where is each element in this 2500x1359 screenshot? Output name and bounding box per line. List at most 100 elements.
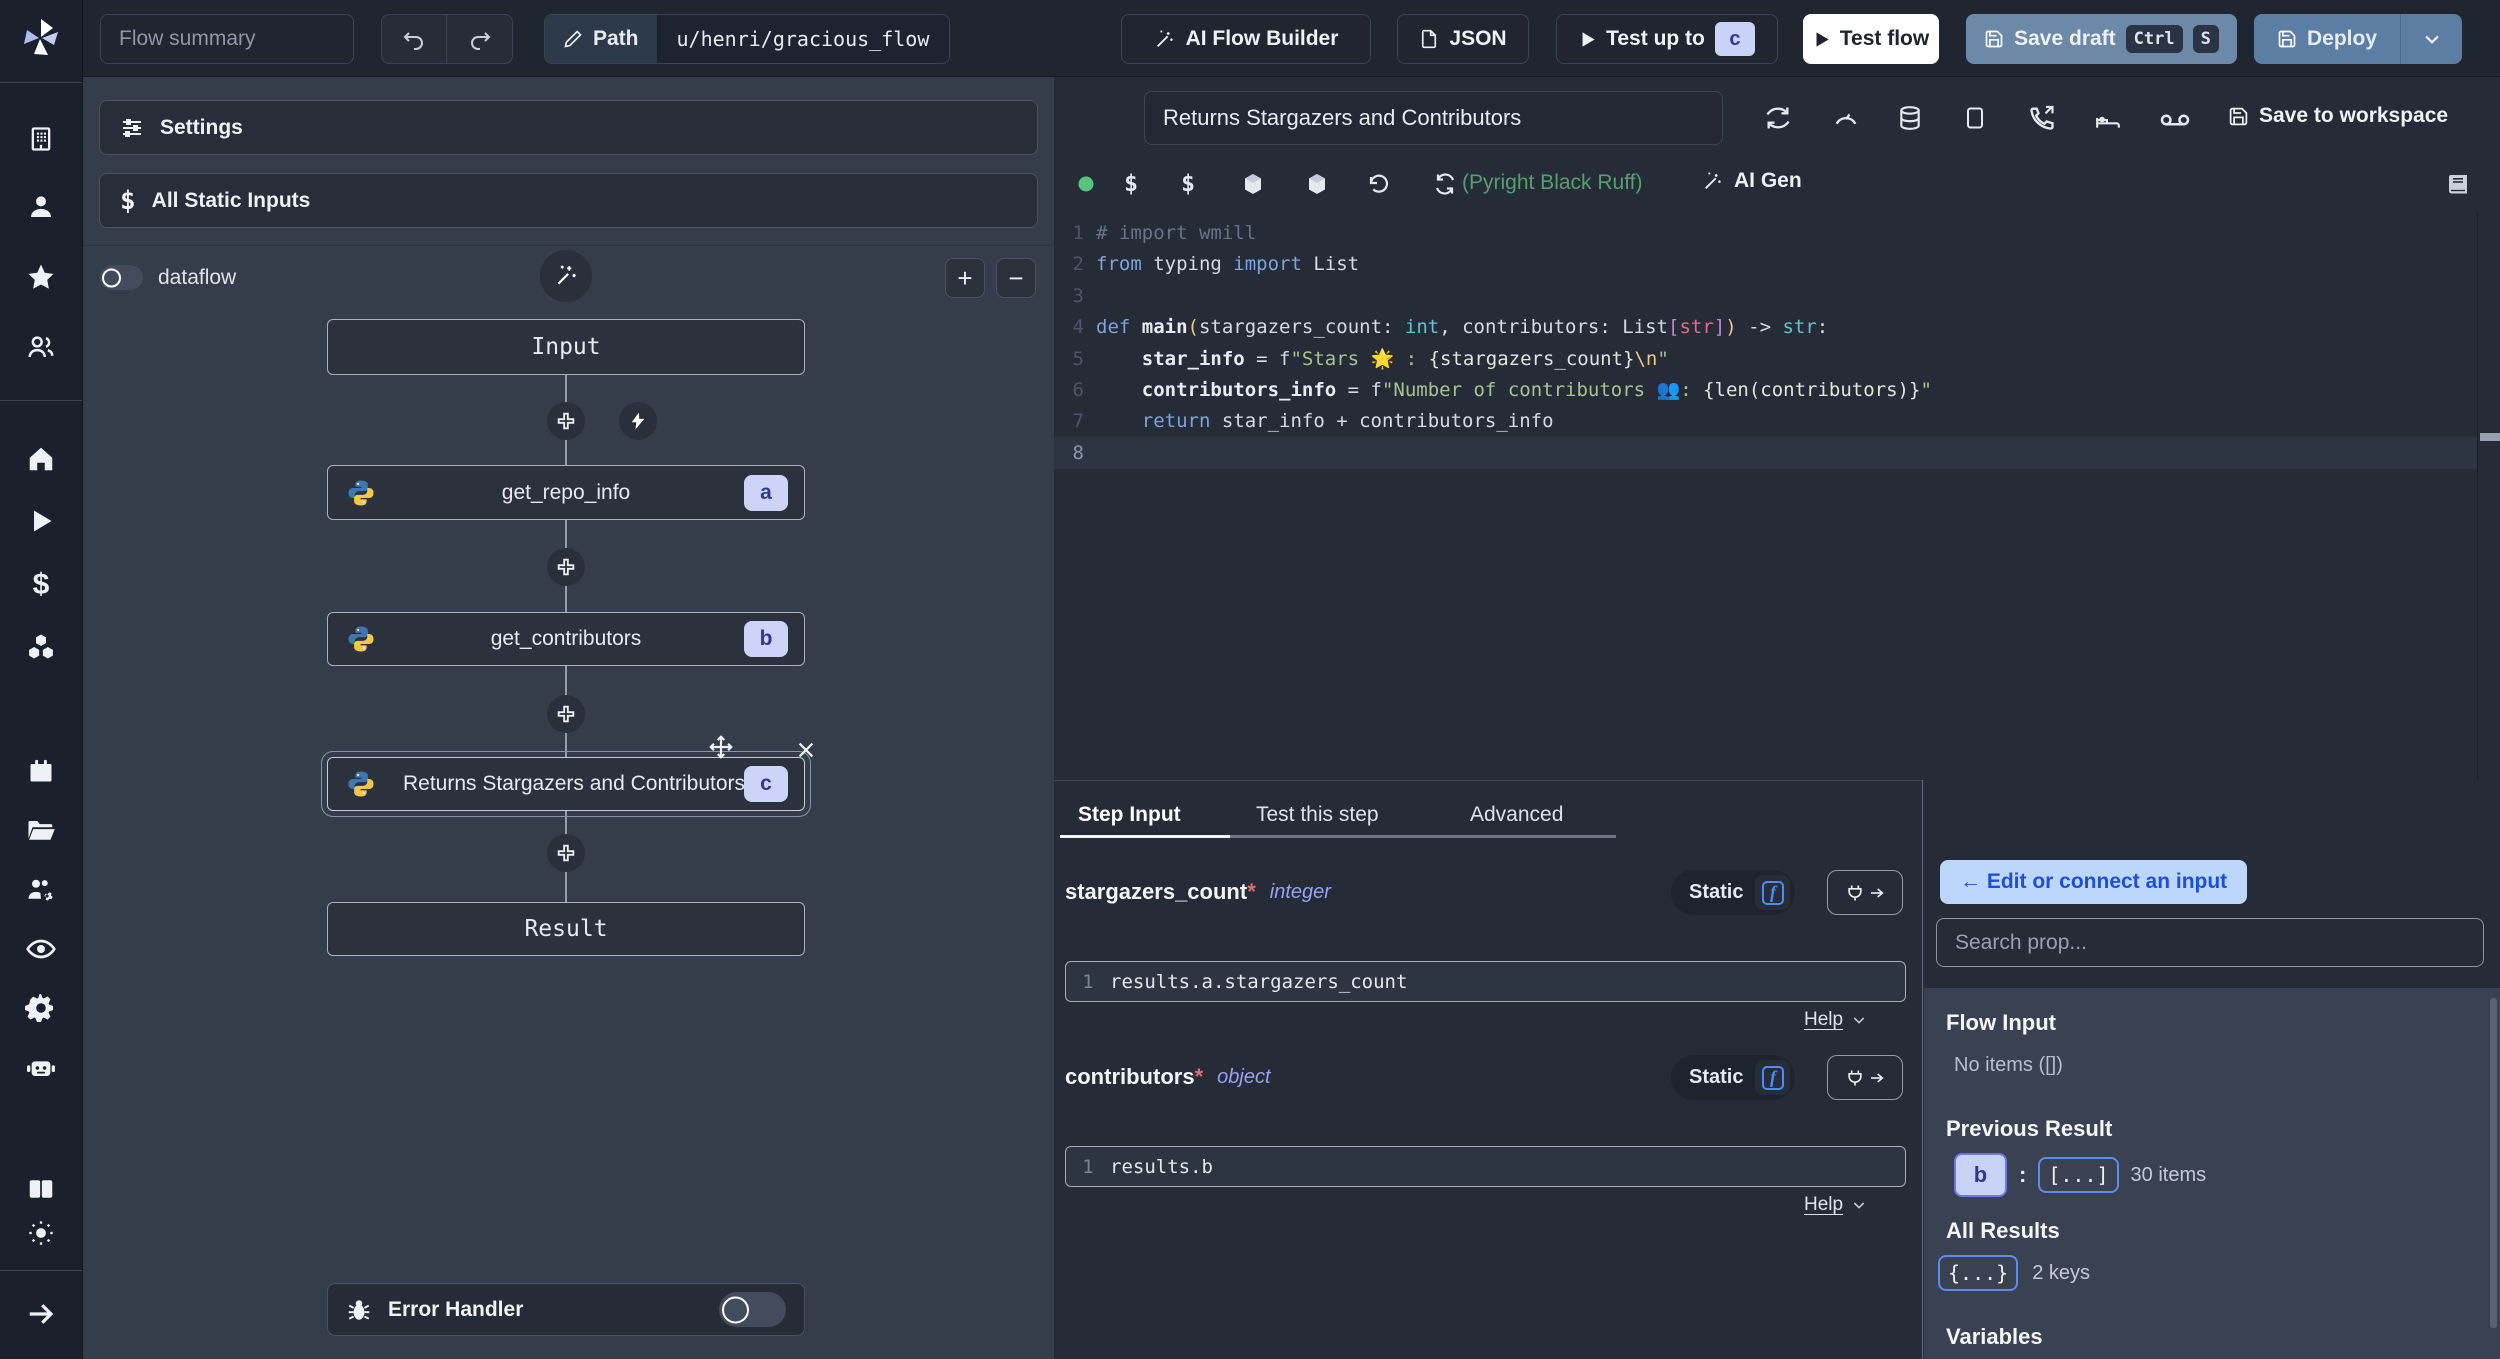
theme-sun-icon[interactable] <box>27 1219 55 1247</box>
add-step-button[interactable] <box>547 834 585 872</box>
timeout-window-icon[interactable] <box>1963 104 1987 132</box>
error-handler-toggle[interactable] <box>719 1292 786 1327</box>
search-prop-input[interactable]: Search prop... <box>1936 918 2484 967</box>
save-draft-button[interactable]: Save draft Ctrl S <box>1966 14 2237 64</box>
variables-dollar-icon[interactable]: $ <box>33 568 50 602</box>
zoom-in-button[interactable]: + <box>945 258 985 298</box>
redo-button[interactable] <box>447 15 512 63</box>
prop-picker-scrollbar[interactable] <box>2490 998 2497 1328</box>
test-up-to-button[interactable]: Test up to c <box>1556 14 1778 64</box>
add-step-button[interactable] <box>547 402 585 440</box>
tab-test-this-step[interactable]: Test this step <box>1256 803 1379 827</box>
step-node-c-selected[interactable]: Returns Stargazers and Contributors c <box>321 751 811 817</box>
phone-call-icon[interactable] <box>2028 104 2056 132</box>
undo-button[interactable] <box>382 15 447 63</box>
ai-flow-builder-button[interactable]: AI Flow Builder <box>1121 14 1371 64</box>
step-node-a[interactable]: get_repo_info a <box>327 465 805 520</box>
cache-database-icon[interactable] <box>1897 104 1923 132</box>
sleep-bed-icon[interactable] <box>2094 106 2122 132</box>
code-line[interactable]: 2 from typing import List <box>1054 249 2500 280</box>
rotate-ccw-icon[interactable] <box>1367 172 1391 196</box>
static-mode-toggle[interactable]: Static f <box>1671 870 1796 915</box>
concurrency-gauge-icon[interactable] <box>1832 104 1860 132</box>
code-line[interactable]: 1 # import wmill <box>1054 218 2500 249</box>
package-icon[interactable] <box>1241 172 1265 196</box>
connect-input-plug-button[interactable] <box>1827 1055 1903 1100</box>
windmill-logo[interactable] <box>20 17 62 59</box>
prev-result-array-chip[interactable]: [...] <box>2038 1157 2119 1193</box>
home-icon[interactable] <box>26 444 56 474</box>
mock-voicemail-icon[interactable] <box>2160 110 2190 130</box>
move-node-icon[interactable] <box>708 734 734 760</box>
edit-or-connect-button[interactable]: ← Edit or connect an input <box>1940 860 2248 904</box>
ai-gen-label: AI Gen <box>1734 169 1802 192</box>
runs-play-icon[interactable] <box>27 507 55 535</box>
add-step-button[interactable] <box>547 548 585 586</box>
ai-gen-button[interactable]: AI Gen <box>1702 169 1802 193</box>
input-node[interactable]: Input <box>327 319 805 375</box>
save-to-workspace-button[interactable]: Save to workspace <box>2228 104 2448 128</box>
tab-scrollbar[interactable] <box>1230 835 1616 838</box>
code-line[interactable]: 6 contributors_info = f"Number of contri… <box>1054 375 2500 406</box>
ai-robot-icon[interactable] <box>25 1052 57 1084</box>
line-number: 3 <box>1072 284 1084 307</box>
deploy-button[interactable]: Deploy <box>2254 14 2400 64</box>
flow-summary-input[interactable]: Flow summary <box>100 14 354 64</box>
code-editor[interactable]: 1 # import wmill 2 from typing import List 3… <box>1054 210 2500 780</box>
javascript-expr-icon[interactable]: f <box>1755 1060 1791 1095</box>
expand-arrow-icon[interactable] <box>26 1299 56 1329</box>
variable-picker-icon[interactable]: $ <box>1124 171 1138 197</box>
code-line[interactable]: 7 return star_info + contributors_info <box>1054 406 2500 437</box>
add-step-button[interactable] <box>547 695 585 733</box>
folders-icon[interactable] <box>26 816 56 846</box>
code-line[interactable]: 5 star_info = f"Stars 🌟 : {stargazers_co… <box>1054 344 2500 375</box>
help-link[interactable]: Help <box>1804 1009 1867 1031</box>
static-mode-toggle[interactable]: Static f <box>1671 1055 1796 1100</box>
user-settings-icon[interactable] <box>26 875 56 905</box>
ai-wand-button[interactable] <box>540 250 592 302</box>
package-icon[interactable] <box>1305 172 1329 196</box>
code-content[interactable]: 1 # import wmill 2 from typing import List 3… <box>1054 218 2500 469</box>
all-results-object-chip[interactable]: {...} <box>1938 1255 2019 1291</box>
resource-picker-icon[interactable]: $ <box>1181 171 1195 197</box>
groups-icon[interactable] <box>26 332 56 362</box>
path-value[interactable]: u/henri/gracious_flow <box>656 15 950 63</box>
code-line[interactable]: 4 def main(stargazers_count: int, contrib… <box>1054 312 2500 343</box>
refresh-icon[interactable] <box>1433 172 1457 196</box>
retry-icon[interactable] <box>1764 104 1792 132</box>
delete-node-icon[interactable] <box>795 739 817 761</box>
zoom-out-button[interactable]: − <box>996 258 1036 298</box>
library-book-icon[interactable] <box>2446 171 2470 197</box>
step-node-b[interactable]: get_contributors b <box>327 612 805 666</box>
user-icon[interactable] <box>26 192 56 222</box>
result-node[interactable]: Result <box>327 902 805 956</box>
resources-boxes-icon[interactable] <box>26 632 56 662</box>
schedules-calendar-icon[interactable] <box>27 757 55 785</box>
code-line[interactable]: 3 <box>1054 281 2500 312</box>
code-line[interactable]: 8 <box>1054 438 2500 469</box>
favorites-star-icon[interactable] <box>26 262 56 292</box>
connect-input-plug-button[interactable] <box>1827 870 1903 915</box>
all-static-inputs-button[interactable]: $ All Static Inputs <box>99 173 1038 228</box>
workspace-icon[interactable] <box>27 125 55 153</box>
javascript-expr-icon[interactable]: f <box>1755 875 1791 910</box>
json-button[interactable]: JSON <box>1397 14 1529 64</box>
path-edit-button[interactable]: Path <box>545 15 657 63</box>
deploy-dropdown-button[interactable] <box>2400 14 2462 64</box>
test-flow-button[interactable]: Test flow <box>1803 14 1939 64</box>
trigger-bolt-button[interactable] <box>619 402 657 440</box>
tab-step-input[interactable]: Step Input <box>1078 803 1181 827</box>
docs-books-icon[interactable] <box>26 1174 56 1204</box>
audit-eye-icon[interactable] <box>25 933 57 965</box>
help-link[interactable]: Help <box>1804 1194 1867 1216</box>
expr-input-stargazers[interactable]: 1 results.a.stargazers_count <box>1065 961 1906 1002</box>
flow-settings-button[interactable]: Settings <box>99 100 1038 155</box>
step-node-a-label: get_repo_info <box>501 480 631 504</box>
error-handler-bar[interactable]: Error Handler <box>327 1283 805 1336</box>
prev-result-step-badge[interactable]: b <box>1954 1153 2007 1197</box>
settings-gear-icon[interactable] <box>25 992 57 1024</box>
tab-advanced[interactable]: Advanced <box>1470 803 1563 827</box>
expr-input-contributors[interactable]: 1 results.b <box>1065 1146 1906 1187</box>
dataflow-toggle[interactable] <box>100 265 143 290</box>
step-title-input[interactable]: Returns Stargazers and Contributors <box>1144 91 1723 145</box>
